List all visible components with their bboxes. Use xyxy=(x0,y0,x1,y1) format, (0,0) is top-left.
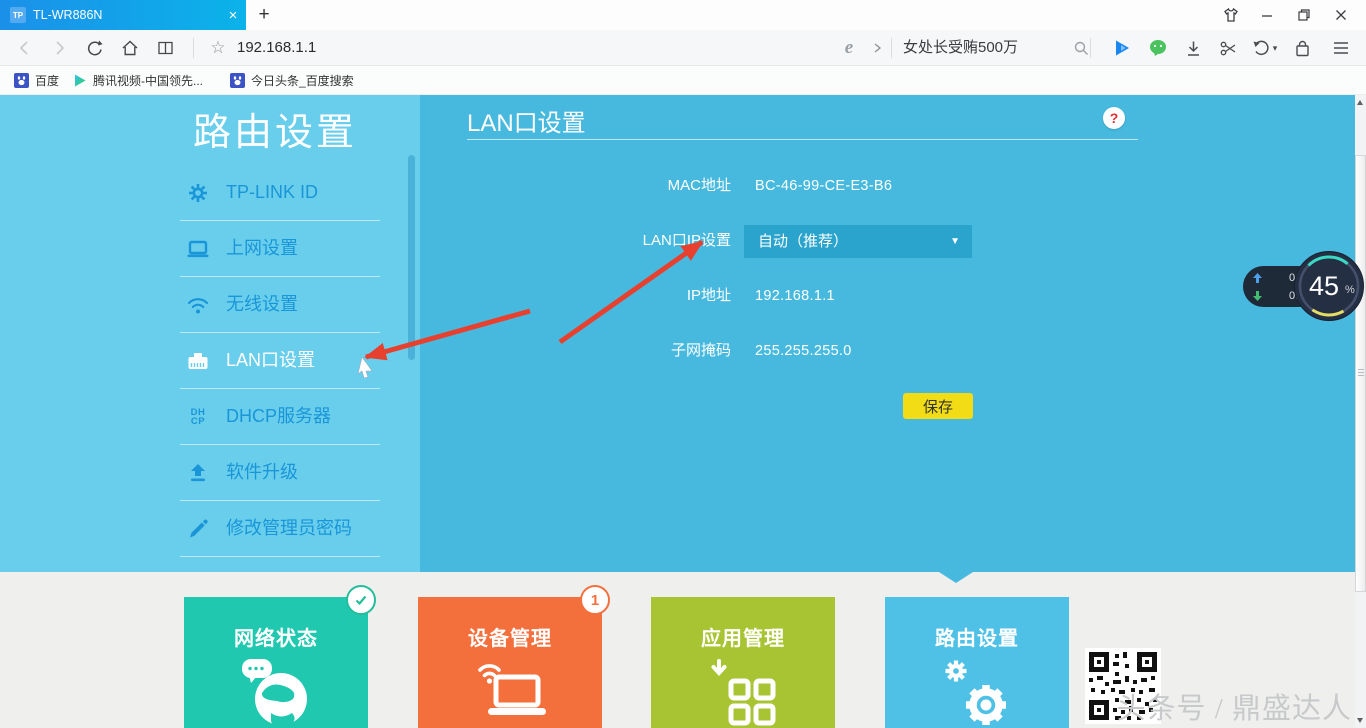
nav-card-router-settings[interactable]: 路由设置 xyxy=(885,597,1069,728)
address-bar[interactable]: 192.168.1.1 xyxy=(237,30,316,66)
paw-icon xyxy=(230,73,245,88)
sidebar-scrollbar-thumb[interactable] xyxy=(408,155,415,360)
search-box[interactable]: 女处长受贿500万 xyxy=(903,30,1018,66)
search-icon[interactable] xyxy=(1066,30,1096,66)
home-icon[interactable] xyxy=(115,30,145,66)
restore-icon[interactable] xyxy=(1289,0,1319,30)
subnet-mask-value: 255.255.255.0 xyxy=(755,341,852,361)
lan-ip-mode-select[interactable]: 自动（推荐） ▼ xyxy=(744,225,972,258)
scrollbar-grip xyxy=(1358,369,1364,370)
pencil-icon xyxy=(186,517,210,541)
watermark-text: 头条号 / 鼎盛达人 xyxy=(1090,685,1352,727)
nav-card-device-management[interactable]: 设备管理 1 xyxy=(418,597,602,728)
upload-arrow-icon xyxy=(1253,273,1262,283)
active-section-notch xyxy=(939,572,973,583)
download-icon[interactable] xyxy=(1178,30,1208,66)
sidebar-title: 路由设置 xyxy=(193,101,357,156)
accelerator-icon[interactable] xyxy=(1107,30,1137,66)
browser-scrollbar[interactable] xyxy=(1355,95,1366,728)
menu-icon[interactable] xyxy=(1326,30,1356,66)
dhcp-icon: DHCP xyxy=(186,405,210,429)
forward-icon[interactable] xyxy=(44,30,74,66)
settings-panel: 路由设置 TP-LINK ID 上网设置 xyxy=(0,95,1355,572)
bookmark-star-icon[interactable]: ☆ xyxy=(203,30,233,66)
wifi-icon xyxy=(186,293,210,317)
sidebar-item-firmware-upgrade[interactable]: 软件升级 xyxy=(0,444,420,500)
apps-icon xyxy=(707,657,781,728)
check-icon xyxy=(353,592,369,608)
sidebar-item-admin-password[interactable]: 修改管理员密码 xyxy=(0,500,420,556)
page-title: LAN口设置 xyxy=(467,103,586,138)
browser-window: TP TL-WR886N × + xyxy=(0,0,1366,728)
chevron-down-icon: ▼ xyxy=(950,225,960,258)
tp-link-favicon: TP xyxy=(10,7,26,23)
save-button[interactable]: 保存 xyxy=(903,393,973,419)
sidebar-item-lan[interactable]: LAN口设置 xyxy=(0,332,420,388)
sidebar-item-internet[interactable]: 上网设置 xyxy=(0,220,420,276)
check-badge xyxy=(346,585,376,615)
nav-card-network-status[interactable]: 网络状态 xyxy=(184,597,368,728)
bookmark-toutiao[interactable]: 今日头条_百度搜索 xyxy=(230,66,354,95)
notification-badge: 1 xyxy=(580,585,610,615)
scrollbar-thumb[interactable] xyxy=(1355,155,1366,592)
skin-theme-icon[interactable] xyxy=(1216,0,1246,30)
gear-icon xyxy=(186,181,210,205)
mac-address-value: BC-46-99-CE-E3-B6 xyxy=(755,176,892,196)
mac-address-row: MAC地址 BC-46-99-CE-E3-B6 xyxy=(420,176,1355,196)
chevron-right-icon[interactable] xyxy=(862,30,892,66)
browser-toolbar: ☆ 192.168.1.1 e 女处长受贿500万 ▾ xyxy=(0,30,1366,66)
shopping-bag-icon[interactable] xyxy=(1287,30,1317,66)
reading-mode-icon[interactable] xyxy=(151,30,181,66)
memory-usage-widget[interactable]: 45 % xyxy=(1294,251,1364,321)
tab-title: TL-WR886N xyxy=(33,0,102,30)
bookmarks-bar: 百度 腾讯视频-中国领先... 今日头条_百度搜索 xyxy=(0,66,1366,95)
usage-percent-unit: % xyxy=(1345,284,1355,296)
toolbar-divider xyxy=(193,38,194,58)
wechat-icon[interactable] xyxy=(1143,30,1173,66)
globe-icon xyxy=(240,657,314,728)
minimize-icon[interactable] xyxy=(1252,0,1282,30)
laptop-icon xyxy=(186,237,210,261)
router-admin-page: 路由设置 TP-LINK ID 上网设置 xyxy=(0,95,1366,728)
close-window-icon[interactable] xyxy=(1326,0,1356,30)
subnet-mask-row: 子网掩码 255.255.255.0 xyxy=(420,341,1355,361)
devices-icon xyxy=(474,657,548,728)
download-arrow-icon xyxy=(1253,291,1262,301)
bookmark-baidu[interactable]: 百度 xyxy=(14,66,59,95)
upload-icon xyxy=(186,461,210,485)
lan-settings-panel: LAN口设置 ? MAC地址 BC-46-99-CE-E3-B6 LAN口IP设… xyxy=(420,95,1355,572)
active-tab[interactable]: TP TL-WR886N × xyxy=(0,0,246,30)
refresh-icon[interactable] xyxy=(79,30,109,66)
tab-bar: TP TL-WR886N × + xyxy=(0,0,1366,30)
icons-divider xyxy=(1090,38,1091,58)
scissors-screenshot-icon[interactable] xyxy=(1213,30,1243,66)
sidebar-divider xyxy=(180,556,380,557)
paw-icon xyxy=(14,73,29,88)
back-icon[interactable] xyxy=(10,30,40,66)
bottom-nav: 网络状态 设备管理 1 应用管理 xyxy=(0,572,1355,728)
scroll-down-icon[interactable] xyxy=(1357,718,1363,723)
nav-card-app-management[interactable]: 应用管理 xyxy=(651,597,835,728)
ie-compat-icon[interactable]: e xyxy=(834,30,864,66)
new-tab-button[interactable]: + xyxy=(251,0,277,30)
ip-address-row: IP地址 192.168.1.1 xyxy=(420,286,1355,306)
scroll-up-icon[interactable] xyxy=(1357,100,1363,105)
sidebar-item-tplink-id[interactable]: TP-LINK ID xyxy=(0,164,420,220)
close-tab-icon[interactable]: × xyxy=(222,0,244,30)
sidebar-item-dhcp[interactable]: DHCP DHCP服务器 xyxy=(0,388,420,444)
help-icon[interactable]: ? xyxy=(1103,107,1125,129)
play-icon xyxy=(72,73,87,88)
bookmark-tencent-video[interactable]: 腾讯视频-中国领先... xyxy=(72,66,203,95)
ip-address-value: 192.168.1.1 xyxy=(755,286,835,306)
settings-sidebar: 路由设置 TP-LINK ID 上网设置 xyxy=(0,95,420,572)
title-divider xyxy=(467,139,1138,140)
search-divider xyxy=(891,38,892,58)
settings-gears-icon xyxy=(941,657,1019,728)
lan-port-icon xyxy=(186,349,210,373)
sidebar-item-wireless[interactable]: 无线设置 xyxy=(0,276,420,332)
undo-caret-icon[interactable]: ▾ xyxy=(1268,30,1282,66)
